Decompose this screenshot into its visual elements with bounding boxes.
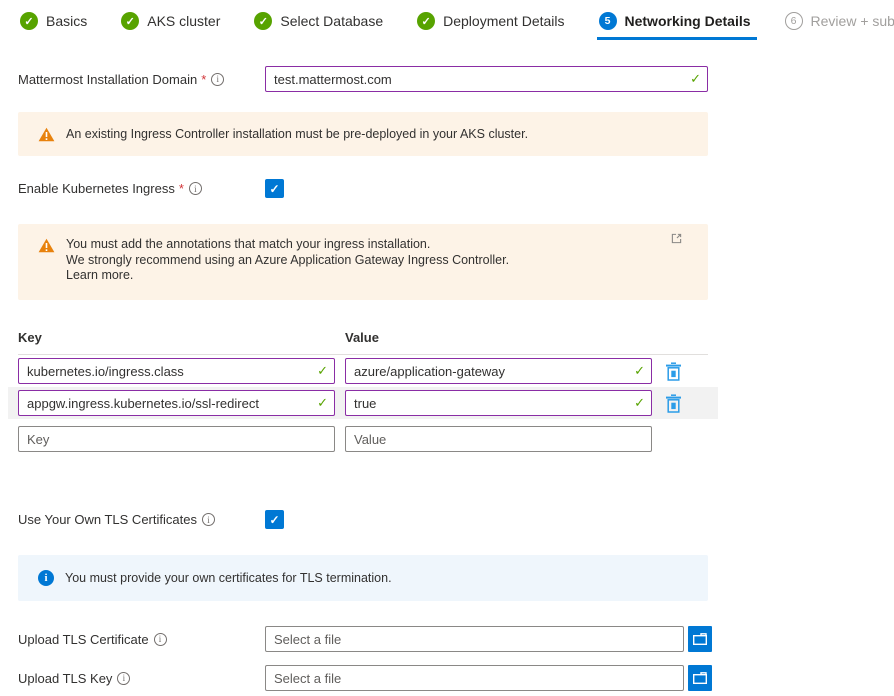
tls-label: Use Your Own TLS Certificates: [18, 512, 265, 527]
ingress-row: Enable Kubernetes Ingress *: [18, 179, 712, 198]
tab-review-submit[interactable]: 6 Review + submit: [783, 10, 894, 40]
field-label-text: Upload TLS Certificate: [18, 632, 149, 647]
tab-label: Networking Details: [625, 13, 751, 29]
wizard-tabs: Basics AKS cluster Select Database Deplo…: [0, 0, 894, 40]
annotation-value-input[interactable]: [345, 426, 652, 452]
annotation-value-wrap: [345, 358, 652, 384]
networking-details-form: Mattermost Installation Domain * An exist…: [0, 40, 712, 691]
tls-checkbox[interactable]: [265, 510, 284, 529]
step-6-badge: 6: [785, 12, 803, 30]
trash-icon: [665, 362, 682, 381]
completed-check-icon: [254, 12, 272, 30]
tab-aks-cluster[interactable]: AKS cluster: [119, 10, 226, 40]
upload-cert-input-wrap: [265, 626, 684, 652]
info-banner-icon: [38, 570, 54, 586]
upload-key-label: Upload TLS Key: [18, 671, 265, 686]
ingress-checkbox[interactable]: [265, 179, 284, 198]
warning-icon: [38, 127, 55, 142]
annotation-key-wrap: [18, 390, 335, 416]
info-icon[interactable]: [154, 633, 167, 646]
annotation-row: [8, 355, 718, 387]
folder-icon: [692, 632, 708, 646]
tab-networking-details[interactable]: 5 Networking Details: [597, 10, 757, 40]
upload-cert-input[interactable]: [265, 626, 684, 652]
upload-cert-row: Upload TLS Certificate: [18, 626, 712, 652]
annotation-key-wrap: [18, 426, 335, 452]
warning-icon: [38, 238, 55, 253]
info-icon[interactable]: [117, 672, 130, 685]
tab-basics[interactable]: Basics: [18, 10, 93, 40]
upload-key-input[interactable]: [265, 665, 684, 691]
info-icon[interactable]: [202, 513, 215, 526]
folder-icon: [692, 671, 708, 685]
upload-key-input-wrap: [265, 665, 684, 691]
tls-info-banner: You must provide your own certificates f…: [18, 555, 708, 601]
tab-label: Basics: [46, 13, 87, 29]
domain-input[interactable]: [265, 66, 708, 92]
annotation-key-input[interactable]: [18, 390, 335, 416]
completed-check-icon: [121, 12, 139, 30]
banner-line: Learn more.: [66, 268, 509, 284]
step-5-badge: 5: [599, 12, 617, 30]
required-marker: *: [201, 72, 206, 87]
key-column-header: Key: [18, 330, 335, 345]
ingress-warning-banner: An existing Ingress Controller installat…: [18, 112, 708, 156]
ingress-label: Enable Kubernetes Ingress *: [18, 181, 265, 196]
delete-row-button[interactable]: [660, 358, 686, 384]
annotation-value-wrap: [345, 390, 652, 416]
banner-line: We strongly recommend using an Azure App…: [66, 253, 509, 269]
info-icon[interactable]: [211, 73, 224, 86]
annotation-value-input[interactable]: [345, 358, 652, 384]
domain-label: Mattermost Installation Domain *: [18, 72, 265, 87]
required-marker: *: [179, 181, 184, 196]
annotation-value-wrap: [345, 426, 652, 452]
field-label-text: Upload TLS Key: [18, 671, 112, 686]
banner-text: An existing Ingress Controller installat…: [66, 127, 528, 141]
tab-select-database[interactable]: Select Database: [252, 10, 389, 40]
value-column-header: Value: [345, 330, 652, 345]
annotations-table-header: Key Value: [18, 330, 708, 355]
browse-key-button[interactable]: [688, 665, 712, 691]
domain-row: Mattermost Installation Domain *: [18, 66, 712, 92]
tab-label: Review + submit: [811, 13, 894, 29]
expand-banner-icon[interactable]: [671, 233, 682, 244]
domain-input-wrap: [265, 66, 708, 92]
browse-cert-button[interactable]: [688, 626, 712, 652]
field-label-text: Mattermost Installation Domain: [18, 72, 197, 87]
annotations-warning-banner: You must add the annotations that match …: [18, 224, 708, 300]
annotation-value-input[interactable]: [345, 390, 652, 416]
tab-label: AKS cluster: [147, 13, 220, 29]
delete-row-button[interactable]: [660, 390, 686, 416]
field-label-text: Use Your Own TLS Certificates: [18, 512, 197, 527]
trash-icon: [665, 394, 682, 413]
annotation-key-input[interactable]: [18, 426, 335, 452]
info-icon[interactable]: [189, 182, 202, 195]
tab-deployment-details[interactable]: Deployment Details: [415, 10, 570, 40]
completed-check-icon: [417, 12, 435, 30]
annotation-row: [8, 387, 718, 419]
annotation-row-empty: [8, 423, 718, 455]
banner-text: You must provide your own certificates f…: [65, 571, 392, 585]
banner-text: You must add the annotations that match …: [66, 237, 509, 287]
annotations-table: Key Value: [18, 330, 708, 455]
field-label-text: Enable Kubernetes Ingress: [18, 181, 175, 196]
banner-line: You must add the annotations that match …: [66, 237, 509, 253]
completed-check-icon: [20, 12, 38, 30]
upload-key-row: Upload TLS Key: [18, 665, 712, 691]
annotation-key-input[interactable]: [18, 358, 335, 384]
tab-label: Deployment Details: [443, 13, 564, 29]
tls-row: Use Your Own TLS Certificates: [18, 510, 712, 529]
upload-cert-label: Upload TLS Certificate: [18, 632, 265, 647]
tab-label: Select Database: [280, 13, 383, 29]
annotation-key-wrap: [18, 358, 335, 384]
